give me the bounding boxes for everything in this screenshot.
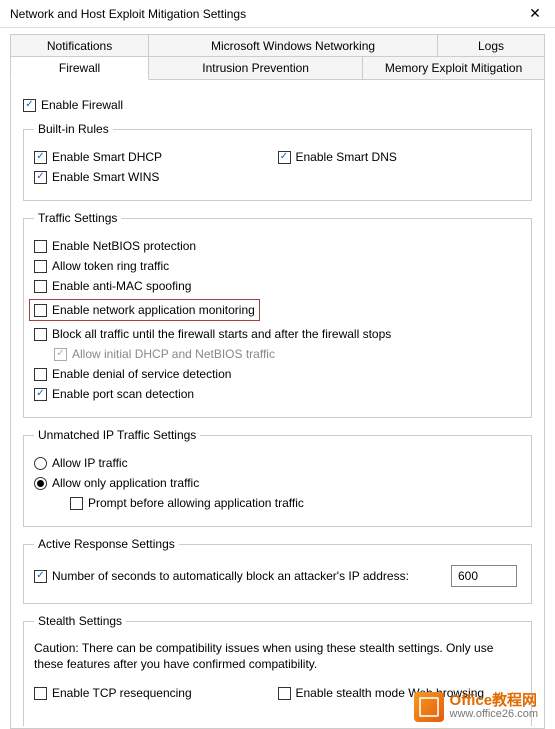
checkbox-smart-dns[interactable]: ✓ [278, 151, 291, 164]
label-block-all-traffic: Block all traffic until the firewall sta… [52, 327, 391, 341]
label-net-app-monitoring: Enable network application monitoring [52, 303, 255, 317]
legend-traffic: Traffic Settings [34, 211, 121, 225]
radio-allow-app[interactable] [34, 477, 47, 490]
tab-windows-networking[interactable]: Microsoft Windows Networking [149, 34, 438, 57]
label-prompt-app-traffic: Prompt before allowing application traff… [88, 496, 304, 510]
checkbox-smart-wins[interactable]: ✓ [34, 171, 47, 184]
tab-memory-exploit[interactable]: Memory Exploit Mitigation [363, 56, 545, 80]
group-built-in-rules: Built-in Rules ✓ Enable Smart DHCP ✓ Ena… [23, 122, 532, 201]
checkbox-auto-block[interactable]: ✓ [34, 570, 47, 583]
legend-unmatched: Unmatched IP Traffic Settings [34, 428, 200, 442]
checkbox-port-scan[interactable]: ✓ [34, 388, 47, 401]
label-smart-wins: Enable Smart WINS [52, 170, 159, 184]
checkbox-netbios[interactable] [34, 240, 47, 253]
title-bar: Network and Host Exploit Mitigation Sett… [0, 0, 555, 28]
legend-active-response: Active Response Settings [34, 537, 179, 551]
label-smart-dhcp: Enable Smart DHCP [52, 150, 162, 164]
group-unmatched-ip: Unmatched IP Traffic Settings Allow IP t… [23, 428, 532, 527]
label-netbios: Enable NetBIOS protection [52, 239, 196, 253]
checkbox-prompt-app-traffic[interactable] [70, 497, 83, 510]
label-auto-block: Number of seconds to automatically block… [52, 569, 409, 583]
checkbox-smart-dhcp[interactable]: ✓ [34, 151, 47, 164]
window-title: Network and Host Exploit Mitigation Sett… [10, 7, 246, 21]
checkbox-enable-firewall[interactable]: ✓ [23, 99, 36, 112]
tab-firewall[interactable]: Firewall [10, 56, 149, 80]
checkbox-net-app-monitoring[interactable] [34, 304, 47, 317]
checkbox-allow-initial-dhcp: ✓ [54, 348, 67, 361]
label-enable-firewall: Enable Firewall [41, 98, 123, 112]
label-anti-mac: Enable anti-MAC spoofing [52, 279, 191, 293]
checkbox-block-all-traffic[interactable] [34, 328, 47, 341]
label-allow-ip: Allow IP traffic [52, 456, 128, 470]
label-stealth-mode: Enable stealth mode Web browsing [296, 686, 485, 700]
tab-notifications[interactable]: Notifications [10, 34, 149, 57]
tab-page-firewall: ✓ Enable Firewall Built-in Rules ✓ Enabl… [10, 79, 545, 729]
legend-built-in: Built-in Rules [34, 122, 113, 136]
tab-intrusion-prevention[interactable]: Intrusion Prevention [149, 56, 363, 80]
label-port-scan: Enable port scan detection [52, 387, 194, 401]
checkbox-token-ring[interactable] [34, 260, 47, 273]
checkbox-anti-mac[interactable] [34, 280, 47, 293]
tab-logs[interactable]: Logs [438, 34, 545, 57]
group-active-response: Active Response Settings ✓ Number of sec… [23, 537, 532, 604]
radio-allow-ip[interactable] [34, 457, 47, 470]
legend-stealth: Stealth Settings [34, 614, 126, 628]
label-token-ring: Allow token ring traffic [52, 259, 169, 273]
close-icon[interactable]: ✕ [523, 5, 547, 22]
checkbox-stealth-mode[interactable] [278, 687, 291, 700]
input-block-seconds[interactable] [451, 565, 517, 587]
label-allow-initial-dhcp: Allow initial DHCP and NetBIOS traffic [72, 347, 275, 361]
group-traffic-settings: Traffic Settings Enable NetBIOS protecti… [23, 211, 532, 418]
tab-strip: Notifications Microsoft Windows Networki… [0, 28, 555, 80]
stealth-caution-text: Caution: There can be compatibility issu… [34, 640, 521, 672]
label-allow-app: Allow only application traffic [52, 476, 199, 490]
group-stealth: Stealth Settings Caution: There can be c… [23, 614, 532, 726]
label-tcp-resequencing: Enable TCP resequencing [52, 686, 192, 700]
checkbox-dos-detection[interactable] [34, 368, 47, 381]
checkbox-tcp-resequencing[interactable] [34, 687, 47, 700]
label-dos-detection: Enable denial of service detection [52, 367, 231, 381]
label-smart-dns: Enable Smart DNS [296, 150, 397, 164]
